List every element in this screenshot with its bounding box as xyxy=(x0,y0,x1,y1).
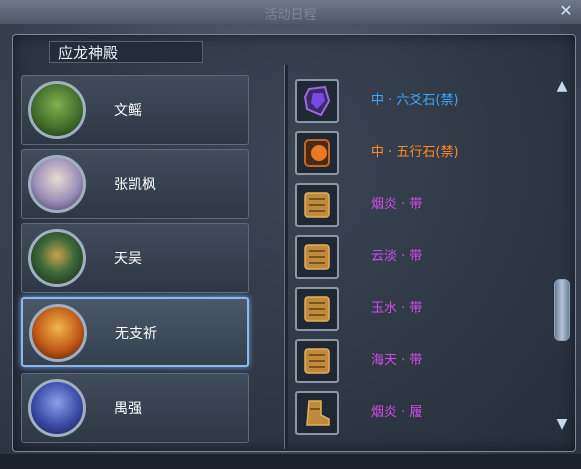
boss-name: 张凯枫 xyxy=(114,177,156,193)
boss-item-4[interactable]: 无支祈 xyxy=(21,297,249,367)
scroll-up-icon[interactable]: ▲ xyxy=(553,77,571,95)
boss-name: 文鳐 xyxy=(114,103,142,119)
reward-item-4[interactable]: 云淡 · 带 xyxy=(295,235,535,279)
reward-item-6[interactable]: 海天 · 带 xyxy=(295,339,535,383)
title-bar: 活动日程 ✕ xyxy=(0,0,581,24)
belt-icon xyxy=(295,287,339,331)
boss-item-5[interactable]: 禺强 xyxy=(21,373,249,443)
reward-item-2[interactable]: 中 · 五行石(禁) xyxy=(295,131,535,175)
belt-icon xyxy=(295,235,339,279)
reward-name: 玉水 · 带 xyxy=(371,301,423,316)
reward-item-7[interactable]: 烟炎 · 履 xyxy=(295,391,535,435)
green-ogre-portrait-icon xyxy=(28,81,86,139)
scroll-down-icon[interactable]: ▼ xyxy=(553,415,571,433)
boss-item-2[interactable]: 张凯枫 xyxy=(21,149,249,219)
belt-icon xyxy=(295,339,339,383)
reward-name: 云淡 · 带 xyxy=(371,249,423,264)
reward-name: 烟炎 · 履 xyxy=(371,405,423,420)
reward-name: 烟炎 · 带 xyxy=(371,197,423,212)
panel-divider xyxy=(284,65,288,449)
golden-warrior-portrait-icon xyxy=(29,304,87,362)
dungeon-name: 应龙神殿 xyxy=(49,41,203,63)
green-beast-portrait-icon xyxy=(28,229,86,287)
white-haired-swordsman-portrait-icon xyxy=(28,155,86,213)
window-title: 活动日程 xyxy=(264,8,317,23)
footer-bar xyxy=(0,454,581,469)
scrollbar-thumb[interactable] xyxy=(554,279,570,341)
boss-name: 无支祈 xyxy=(115,326,157,342)
blue-demon-portrait-icon xyxy=(28,379,86,437)
reward-name: 中 · 六爻石(禁) xyxy=(371,93,459,108)
orange-stone-icon xyxy=(295,131,339,175)
reward-name: 中 · 五行石(禁) xyxy=(371,145,459,160)
purple-stone-icon xyxy=(295,79,339,123)
boss-item-3[interactable]: 天吴 xyxy=(21,223,249,293)
close-icon[interactable]: ✕ xyxy=(557,2,575,20)
reward-item-3[interactable]: 烟炎 · 带 xyxy=(295,183,535,227)
reward-name: 海天 · 带 xyxy=(371,353,423,368)
content-panel: 应龙神殿 文鳐 张凯枫 天吴 无支祈 禺强 中 · 六爻石(禁) 中 · 五行石… xyxy=(12,34,576,452)
boss-name: 天吴 xyxy=(114,251,142,267)
reward-item-5[interactable]: 玉水 · 带 xyxy=(295,287,535,331)
boss-item-1[interactable]: 文鳐 xyxy=(21,75,249,145)
reward-item-1[interactable]: 中 · 六爻石(禁) xyxy=(295,79,535,123)
dungeon-info-window: 活动日程 ✕ 应龙神殿 文鳐 张凯枫 天吴 无支祈 禺强 中 · 六爻石(禁) … xyxy=(0,0,581,469)
boots-icon xyxy=(295,391,339,435)
belt-icon xyxy=(295,183,339,227)
boss-name: 禺强 xyxy=(114,401,142,417)
